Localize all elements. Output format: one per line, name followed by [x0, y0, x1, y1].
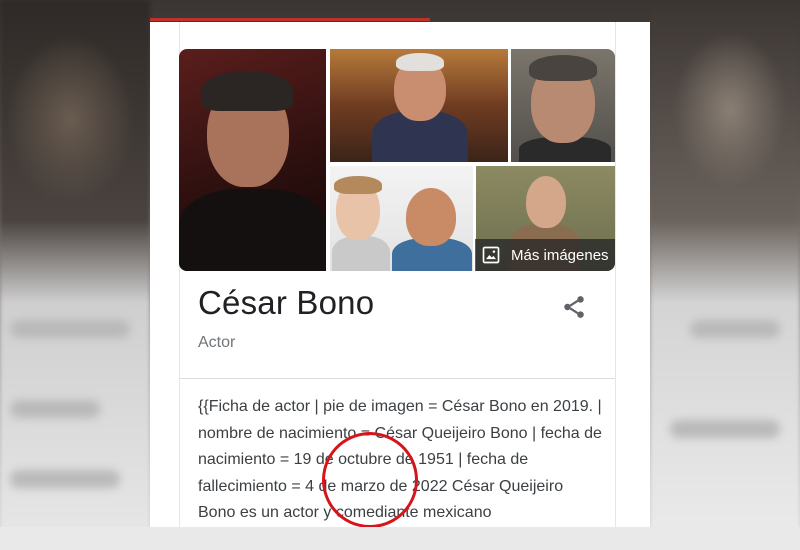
- blurred-background-left: [0, 0, 150, 550]
- more-images-label: Más imágenes: [511, 246, 609, 264]
- blurred-text: [690, 320, 780, 338]
- accent-bar: [150, 18, 430, 21]
- actor-photo-1[interactable]: [179, 49, 326, 271]
- blurred-text: [10, 320, 130, 338]
- blurred-background-right: [650, 0, 800, 550]
- blurred-text: [670, 420, 780, 438]
- blurred-text: [10, 470, 120, 488]
- actor-photo-3[interactable]: [511, 49, 615, 162]
- entity-title: César Bono: [198, 284, 375, 321]
- blurred-text: [10, 400, 100, 418]
- actor-photo-4[interactable]: [330, 166, 473, 271]
- image-icon: [482, 246, 500, 264]
- more-images-button[interactable]: Más imágenes: [475, 239, 615, 271]
- share-icon[interactable]: [561, 294, 587, 320]
- section-divider: [179, 378, 615, 379]
- actor-photo-2[interactable]: [330, 49, 508, 162]
- image-gallery: Más imágenes: [179, 49, 615, 271]
- entity-subtitle: Actor: [198, 334, 236, 351]
- panel-border-right: [615, 22, 616, 527]
- blurred-background-bottom: [0, 527, 800, 550]
